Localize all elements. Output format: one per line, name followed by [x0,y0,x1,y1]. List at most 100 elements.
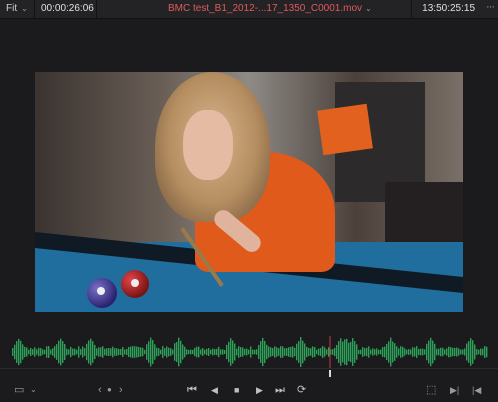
stop-icon[interactable]: ■ [234,383,239,397]
waveform-bar [42,349,44,355]
waveform-bar [228,341,230,363]
more-options-icon[interactable]: ··· [486,1,495,13]
frame-ball-red [121,270,149,298]
waveform-bar [364,348,366,356]
waveform-bar [452,347,454,357]
clip-name-dropdown[interactable]: BMC test_B1_2012-...17_1350_C0001.mov ⌄ [168,3,372,14]
scrub-bar[interactable] [0,368,498,381]
zoom-dropdown[interactable]: Fit ⌄ [6,3,28,14]
waveform-bar [72,348,74,356]
waveform-bar [342,341,344,363]
current-timecode[interactable]: 13:50:25:15 [422,3,475,14]
waveform-bar [272,348,274,356]
waveform-bar [138,347,140,357]
waveform-bar [24,346,26,358]
waveform-bar [264,340,266,364]
waveform-bar [224,349,226,355]
waveform-bar [404,348,406,356]
waveform-bar [384,346,386,358]
clip-name: BMC test_B1_2012-...17_1350_C0001.mov [168,3,363,14]
waveform-bar [414,347,416,357]
waveform-bar [268,346,270,358]
waveform-bar [232,340,234,364]
previous-clip-icon[interactable]: ‹ [98,383,102,397]
loop-icon[interactable]: ⟳ [297,383,306,397]
play-reverse-icon[interactable]: ◀ [211,383,218,397]
viewer-options-icon[interactable]: ▭ [14,383,24,397]
waveform-bar [386,343,388,361]
waveform-bar [198,346,200,358]
waveform-bar [256,349,258,355]
last-frame-icon[interactable]: ⏭ [275,383,285,397]
divider [411,0,412,18]
waveform-bar [34,347,36,357]
waveform-bar [154,344,156,360]
clip-position-dot-icon[interactable]: ● [107,383,112,397]
waveform-bar [166,346,168,358]
waveform-bar [64,343,66,361]
waveform-bar [298,341,300,363]
waveform-bars [12,337,488,367]
next-clip-icon[interactable]: › [119,383,123,397]
waveform-bar [222,349,224,355]
waveform-bar [472,340,474,364]
waveform-bar [220,349,222,355]
waveform-bar [206,348,208,356]
waveform-bar [428,340,430,364]
waveform-bar [202,348,204,356]
mark-in-icon[interactable]: ▶| [450,383,459,397]
waveform-bar [476,349,478,355]
waveform-bar [148,341,150,363]
waveform-bar [192,349,194,355]
audio-waveform[interactable] [0,336,498,368]
waveform-bar [416,346,418,358]
waveform-bar [52,348,54,356]
waveform-bar [132,346,134,358]
waveform-bar [32,349,34,355]
waveform-bar [284,348,286,356]
waveform-bar [110,348,112,356]
waveform-bar [366,347,368,357]
mark-out-icon[interactable]: |◀ [472,383,481,397]
chevron-down-icon[interactable]: ⌄ [30,383,37,397]
waveform-bar [18,338,20,366]
waveform-bar [470,338,472,366]
waveform-bar [128,346,130,358]
fullscreen-icon[interactable]: ⬚ [426,383,436,397]
waveform-bar [242,347,244,357]
waveform-bar [48,346,50,358]
waveform-bar [144,349,146,355]
waveform-bar [134,346,136,358]
waveform-bar [434,343,436,361]
waveform-bar [372,348,374,356]
waveform-bar [282,346,284,358]
waveform-bar [296,343,298,361]
waveform-bar [444,349,446,355]
waveform-bar [262,337,264,367]
waveform-bar [440,347,442,357]
waveform-bar [394,343,396,361]
play-icon[interactable]: ▶ [256,383,263,397]
waveform-bar [30,348,32,356]
waveform-bar [306,346,308,358]
waveform-bar [122,347,124,357]
first-frame-icon[interactable]: ⏮ [187,383,197,397]
waveform-bar [120,349,122,355]
waveform-bar [74,348,76,356]
viewer-header: Fit ⌄ 00:00:26:06 BMC test_B1_2012-...17_… [0,0,498,19]
waveform-bar [250,346,252,358]
waveform-bar [370,349,372,355]
waveform-bar [286,348,288,356]
waveform-bar [312,346,314,358]
waveform-bar [46,346,48,358]
waveform-bar [100,347,102,357]
waveform-bar [292,346,294,358]
waveform-bar [238,346,240,358]
waveform-bar [406,349,408,355]
playhead[interactable] [329,370,331,377]
waveform-bar [308,347,310,357]
waveform-bar [50,349,52,355]
waveform-bar [258,344,260,360]
waveform-bar [392,341,394,363]
divider [96,0,97,18]
